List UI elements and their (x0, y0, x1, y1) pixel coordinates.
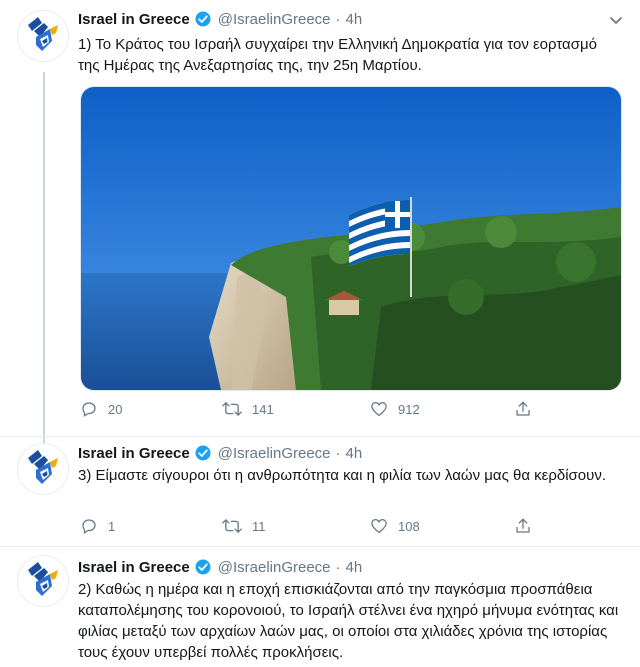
reply-icon (80, 517, 98, 535)
share-icon (514, 400, 532, 418)
reply-count: 1 (108, 518, 116, 534)
verified-badge-icon (194, 558, 212, 576)
avatar[interactable] (17, 443, 69, 495)
greek-flag-photo (81, 87, 621, 390)
retweet-button[interactable]: 11 (222, 517, 266, 535)
tweet-text: 2) Καθώς η ημέρα και η εποχή επισκιάζοντ… (78, 581, 619, 661)
caret-down-icon[interactable] (608, 12, 624, 28)
separator-dot: · (335, 10, 341, 28)
tweet-3[interactable]: Israel in Greece @IsraelinGreece · 4h 2)… (0, 546, 640, 667)
tweet-feed: Israel in Greece @IsraelinGreece · 4h 1)… (0, 0, 640, 666)
timestamp[interactable]: 4h (346, 559, 363, 576)
separator-dot: · (335, 558, 341, 576)
reply-icon (80, 400, 98, 418)
avatar-logo-icon (18, 11, 68, 61)
tweet-actions: 1 11 108 (80, 517, 540, 539)
share-button[interactable] (514, 400, 532, 418)
retweet-icon (222, 517, 242, 535)
timestamp[interactable]: 4h (346, 445, 363, 462)
tweet-header: Israel in Greece @IsraelinGreece · 4h (78, 557, 362, 577)
tweet-header: Israel in Greece @IsraelinGreece · 4h (78, 9, 362, 29)
verified-badge-icon (194, 444, 212, 462)
retweet-count: 141 (252, 401, 274, 417)
like-count: 912 (398, 401, 420, 417)
tweet-2[interactable]: Israel in Greece @IsraelinGreece · 4h 3)… (0, 436, 640, 547)
tweet-photo[interactable] (80, 86, 622, 391)
reply-button[interactable]: 20 (80, 400, 122, 418)
display-name[interactable]: Israel in Greece (78, 445, 190, 462)
like-count: 108 (398, 518, 420, 534)
tweet-1[interactable]: Israel in Greece @IsraelinGreece · 4h 1)… (0, 0, 640, 436)
retweet-count: 11 (252, 518, 266, 534)
reply-button[interactable]: 1 (80, 517, 115, 535)
tweet-text: 3) Είμαστε σίγουροι ότι η ανθρωπότητα κα… (78, 467, 607, 484)
avatar-logo-icon (18, 444, 68, 494)
like-icon (370, 517, 388, 535)
share-icon (514, 517, 532, 535)
like-button[interactable]: 912 (370, 400, 420, 418)
user-handle[interactable]: @IsraelinGreece (218, 11, 331, 28)
share-button[interactable] (514, 517, 532, 535)
tweet-header: Israel in Greece @IsraelinGreece · 4h (78, 443, 362, 463)
avatar[interactable] (17, 555, 69, 607)
user-handle[interactable]: @IsraelinGreece (218, 445, 331, 462)
reply-count: 20 (108, 401, 123, 417)
user-handle[interactable]: @IsraelinGreece (218, 559, 331, 576)
retweet-icon (222, 400, 242, 418)
tweet-text: 1) Το Κράτος του Ισραήλ συγχαίρει την Ελ… (78, 36, 597, 74)
thread-line (43, 72, 45, 436)
timestamp[interactable]: 4h (346, 11, 363, 28)
verified-badge-icon (194, 10, 212, 28)
display-name[interactable]: Israel in Greece (78, 11, 190, 28)
like-button[interactable]: 108 (370, 517, 420, 535)
avatar-logo-icon (18, 556, 68, 606)
display-name[interactable]: Israel in Greece (78, 559, 190, 576)
tweet-actions: 20 141 912 (80, 400, 540, 422)
avatar[interactable] (17, 10, 69, 62)
retweet-button[interactable]: 141 (222, 400, 274, 418)
like-icon (370, 400, 388, 418)
separator-dot: · (335, 444, 341, 462)
